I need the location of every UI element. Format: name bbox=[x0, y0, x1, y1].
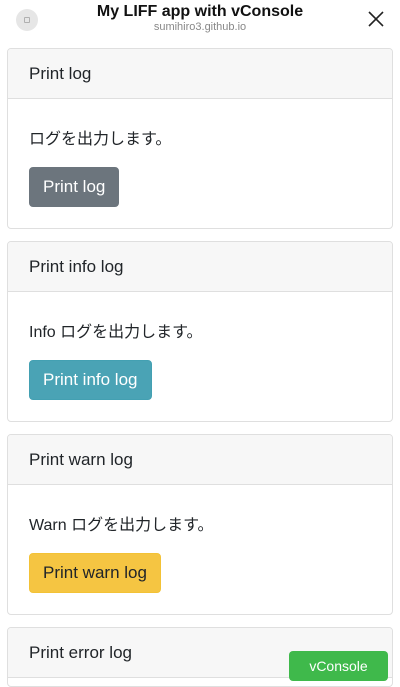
app-domain: sumihiro3.github.io bbox=[153, 21, 247, 33]
card-print-warn-log: Print warn log Warn ログを出力します。 Print warn… bbox=[7, 434, 393, 615]
card-header: Print log bbox=[8, 49, 392, 99]
print-warn-log-button[interactable]: Print warn log bbox=[29, 553, 161, 593]
close-icon[interactable] bbox=[366, 9, 386, 29]
print-info-log-button[interactable]: Print info log bbox=[29, 360, 152, 400]
print-log-button[interactable]: Print log bbox=[29, 167, 120, 207]
card-text: Warn ログを出力します。 bbox=[29, 517, 214, 534]
card-header: Print info log bbox=[8, 242, 392, 292]
card-header: Print warn log bbox=[8, 435, 392, 485]
card-print-log: Print log ログを出力します。 Print log bbox=[7, 48, 393, 229]
card-print-info-log: Print info log Info ログを出力します。 Print info… bbox=[7, 241, 393, 422]
card-text: ログを出力します。 bbox=[29, 131, 172, 148]
liff-header-bar: My LIFF app with vConsole sumihiro3.gith… bbox=[0, 0, 400, 40]
card-text: Info ログを出力します。 bbox=[29, 324, 203, 341]
app-title: My LIFF app with vConsole bbox=[96, 3, 304, 20]
vconsole-button[interactable]: vConsole bbox=[289, 651, 388, 681]
